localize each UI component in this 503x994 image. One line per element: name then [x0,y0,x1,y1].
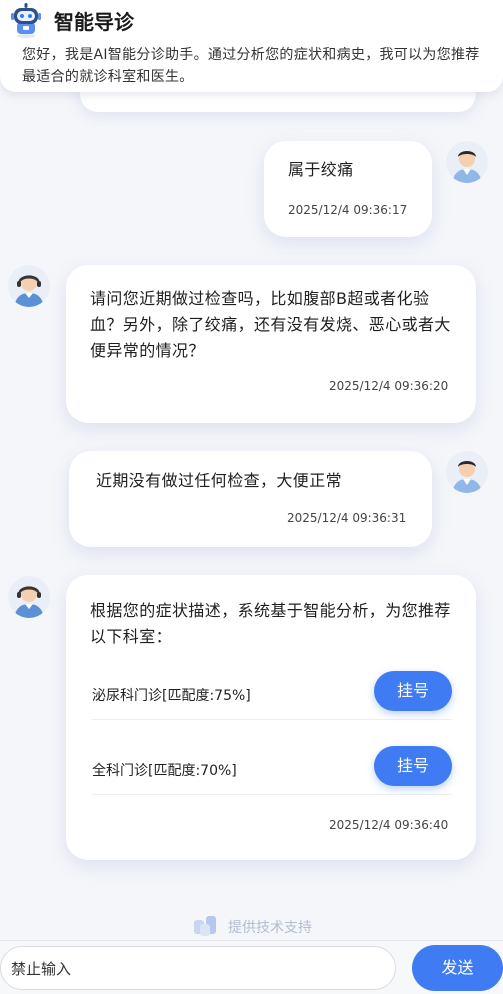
robot-logo-icon [8,2,44,38]
support-text: 提供技术支持 [228,920,312,936]
user-avatar [446,141,488,183]
user-message-bubble: 属于绞痛 2025/12/4 09:36:17 [264,141,432,237]
department-name: 全科门诊[匹配度:70%] [92,763,237,779]
chat-header: 智能导诊 您好，我是AI智能分诊助手。通过分析您的症状和病史，我可以为您推荐最适… [0,0,503,92]
user-avatar [446,451,488,493]
message-text: 近期没有做过任何检查，大便正常 [96,471,343,490]
assistant-intro: 您好，我是AI智能分诊助手。通过分析您的症状和病史，我可以为您推荐最适合的就诊科… [22,47,480,85]
message-text: 根据您的症状描述，系统基于智能分析，为您推荐以下科室： [90,601,451,646]
doctor-avatar [8,576,50,618]
doctor-avatar [8,265,50,307]
message-input[interactable]: 禁止输入 [0,946,396,990]
message-text: 属于绞痛 [288,160,354,179]
bot-message-bubble: 请问您近期做过检查吗，比如腹部B超或者化验血？另外，除了绞痛，还有没有发烧、恶心… [66,265,476,423]
message-timestamp: 2025/12/4 09:36:20 [329,379,449,393]
department-recommendation: 全科门诊[匹配度:70%] 挂号 [92,746,452,795]
message-timestamp: 2025/12/4 09:36:40 [329,818,449,832]
support-logo-icon [190,914,222,942]
department-recommendation: 泌尿科门诊[匹配度:75%] 挂号 [92,671,452,720]
message-timestamp: 2025/12/4 09:36:31 [287,511,407,525]
message-timestamp: 2025/12/4 09:36:17 [288,203,408,217]
tech-support-footer: 提供技术支持 [190,914,340,938]
send-button[interactable]: 发送 [412,945,503,991]
department-name: 泌尿科门诊[匹配度:75%] [92,688,251,704]
bot-recommendation-bubble: 根据您的症状描述，系统基于智能分析，为您推荐以下科室： 泌尿科门诊[匹配度:75… [66,575,476,860]
register-button[interactable]: 挂号 [374,671,452,711]
register-button[interactable]: 挂号 [374,746,452,786]
page-title: 智能导诊 [54,10,134,34]
user-message-bubble: 近期没有做过任何检查，大便正常 2025/12/4 09:36:31 [69,451,432,547]
message-text: 请问您近期做过检查吗，比如腹部B超或者化验血？另外，除了绞痛，还有没有发烧、恶心… [90,289,451,360]
